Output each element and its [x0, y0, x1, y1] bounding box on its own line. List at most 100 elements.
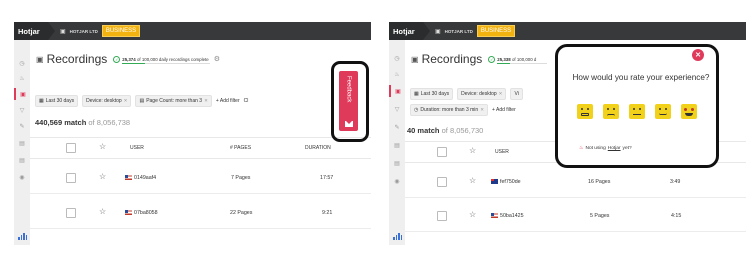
- star-icon[interactable]: ☆: [99, 172, 106, 181]
- feedback-tab[interactable]: Feedback: [339, 71, 358, 131]
- select-all-checkbox[interactable]: [437, 147, 447, 157]
- forms-icon[interactable]: ✎: [14, 120, 30, 132]
- row-checkbox[interactable]: [437, 211, 447, 221]
- match-count-value: 40 match: [407, 126, 440, 135]
- remove-filter-icon[interactable]: ✕: [124, 98, 128, 104]
- table-row[interactable]: ☆ 50ba1425 5 Pages 4:15: [405, 198, 746, 232]
- pages-icon: ▤: [139, 98, 145, 104]
- duration-cell: 4:15: [671, 213, 682, 219]
- polls-icon[interactable]: ▤: [14, 137, 30, 149]
- heatmap-icon[interactable]: ♨: [389, 68, 405, 80]
- brand-name: Hotjar: [393, 26, 415, 36]
- select-all-checkbox[interactable]: [66, 143, 76, 153]
- neutral-face-icon[interactable]: [629, 104, 645, 119]
- recruiters-icon[interactable]: ◉: [389, 175, 405, 187]
- surveys-icon[interactable]: ▤: [14, 154, 30, 166]
- column-duration[interactable]: DURATION: [305, 145, 331, 151]
- plan-badge[interactable]: BUSINESS: [476, 25, 516, 37]
- row-checkbox[interactable]: [437, 177, 447, 187]
- pages-cell: 22 Pages: [230, 210, 253, 216]
- column-user[interactable]: USER: [495, 149, 509, 155]
- clear-filters-link[interactable]: Cl: [244, 98, 249, 104]
- remove-filter-icon[interactable]: ✕: [204, 98, 208, 104]
- mouth: [633, 113, 641, 115]
- remove-filter-icon[interactable]: ✕: [499, 91, 503, 97]
- clock-icon: ◷: [414, 107, 419, 113]
- match-count: 440,569 match of 8,056,738: [35, 118, 130, 127]
- filter-chip-device[interactable]: Device: desktop ✕: [457, 88, 507, 100]
- table-header: ☆ USER # PAGES DURATION: [30, 137, 371, 159]
- feedback-label: Feedback: [345, 76, 352, 103]
- column-user[interactable]: USER: [130, 145, 144, 151]
- sidebar: ◷ ♨ ▣ ▽ ✎ ▤ ▤ ◉: [389, 40, 405, 245]
- page-title: Recordings: [421, 52, 483, 66]
- like-face-icon[interactable]: [655, 104, 671, 119]
- site-name[interactable]: HOTJAR LTD: [70, 29, 98, 34]
- eye: [607, 108, 609, 110]
- dislike-face-icon[interactable]: [603, 104, 619, 119]
- page-header: ▣ Recordings ✓ 25,338 of 100,000 d: [411, 52, 548, 66]
- close-icon[interactable]: ✕: [692, 49, 704, 61]
- recruiters-icon[interactable]: ◉: [14, 171, 30, 183]
- eye: [665, 108, 667, 110]
- hotjar-link[interactable]: Hotjar: [608, 146, 621, 151]
- filter-chip-duration[interactable]: ◷ Duration: more than 3 min ✕: [410, 104, 488, 116]
- incoming-feedback-icon[interactable]: [393, 233, 402, 240]
- surveys-icon[interactable]: ▤: [389, 157, 405, 169]
- site-name[interactable]: HOTJAR LTD: [445, 29, 473, 34]
- recordings-icon[interactable]: ▣: [14, 88, 30, 100]
- site-icon: ▣: [435, 28, 441, 35]
- polls-icon[interactable]: ▤: [389, 139, 405, 151]
- eye: [639, 108, 641, 110]
- settings-gear-icon[interactable]: ⚙: [214, 55, 220, 63]
- table-row[interactable]: ☆ fef750de 16 Pages 3:49: [405, 164, 746, 198]
- match-total: of 8,056,738: [88, 118, 131, 127]
- filter-chip-visited[interactable]: Vi: [510, 88, 523, 100]
- au-flag-icon: [491, 179, 498, 184]
- star-icon[interactable]: ☆: [99, 207, 106, 216]
- quota-progress-fill: [122, 62, 145, 64]
- star-icon[interactable]: ☆: [469, 210, 476, 219]
- recordings-icon: ▣: [411, 54, 419, 64]
- plan-badge[interactable]: BUSINESS: [101, 25, 141, 37]
- star-icon[interactable]: ☆: [469, 146, 476, 155]
- user-cell: 0149aaf4: [125, 175, 156, 181]
- recordings-icon[interactable]: ▣: [389, 85, 405, 97]
- eye: [659, 108, 661, 110]
- check-icon: ✓: [488, 55, 496, 63]
- incoming-feedback-icon[interactable]: [18, 233, 27, 240]
- row-checkbox[interactable]: [66, 208, 76, 218]
- funnels-icon[interactable]: ▽: [389, 103, 405, 115]
- column-pages[interactable]: # PAGES: [230, 145, 251, 151]
- eye: [587, 108, 589, 110]
- add-filter-button[interactable]: + Add filter: [492, 107, 516, 113]
- row-checkbox[interactable]: [66, 173, 76, 183]
- mouth: [607, 114, 615, 116]
- top-bar: Hotjar ▣ HOTJAR LTD BUSINESS: [14, 22, 371, 40]
- quota-progress-bar: [497, 62, 548, 64]
- filter-chip-page-count[interactable]: ▤ Page Count: more than 3 ✕: [135, 95, 212, 107]
- love-face-icon[interactable]: [681, 104, 697, 119]
- user-id: 50ba1425: [500, 213, 524, 219]
- calendar-icon: ▦: [39, 98, 44, 104]
- funnels-icon[interactable]: ▽: [14, 104, 30, 116]
- user-cell: 07ba8058: [125, 210, 158, 216]
- remove-filter-icon[interactable]: ✕: [480, 107, 484, 113]
- brand-logo[interactable]: Hotjar: [389, 22, 430, 40]
- hate-face-icon[interactable]: [577, 104, 593, 119]
- heatmap-icon[interactable]: ♨: [14, 72, 30, 84]
- star-icon[interactable]: ☆: [99, 142, 106, 151]
- filter-chip-device[interactable]: Device: desktop ✕: [82, 95, 132, 107]
- brand-logo[interactable]: Hotjar: [14, 22, 55, 40]
- table-row[interactable]: ☆ 0149aaf4 7 Pages 17:57: [30, 160, 371, 194]
- filter-chip-date[interactable]: ▦ Last 30 days: [410, 88, 454, 100]
- star-icon[interactable]: ☆: [469, 176, 476, 185]
- add-filter-button[interactable]: + Add filter: [216, 98, 240, 104]
- page-title: Recordings: [46, 52, 108, 66]
- quota-count: 25,338: [497, 56, 511, 62]
- filter-chip-date[interactable]: ▦ Last 30 days: [35, 95, 79, 107]
- forms-icon[interactable]: ✎: [389, 121, 405, 133]
- table-row[interactable]: ☆ 07ba8058 22 Pages 9:21: [30, 195, 371, 229]
- dashboard-icon[interactable]: ◷: [14, 57, 30, 69]
- dashboard-icon[interactable]: ◷: [389, 52, 405, 64]
